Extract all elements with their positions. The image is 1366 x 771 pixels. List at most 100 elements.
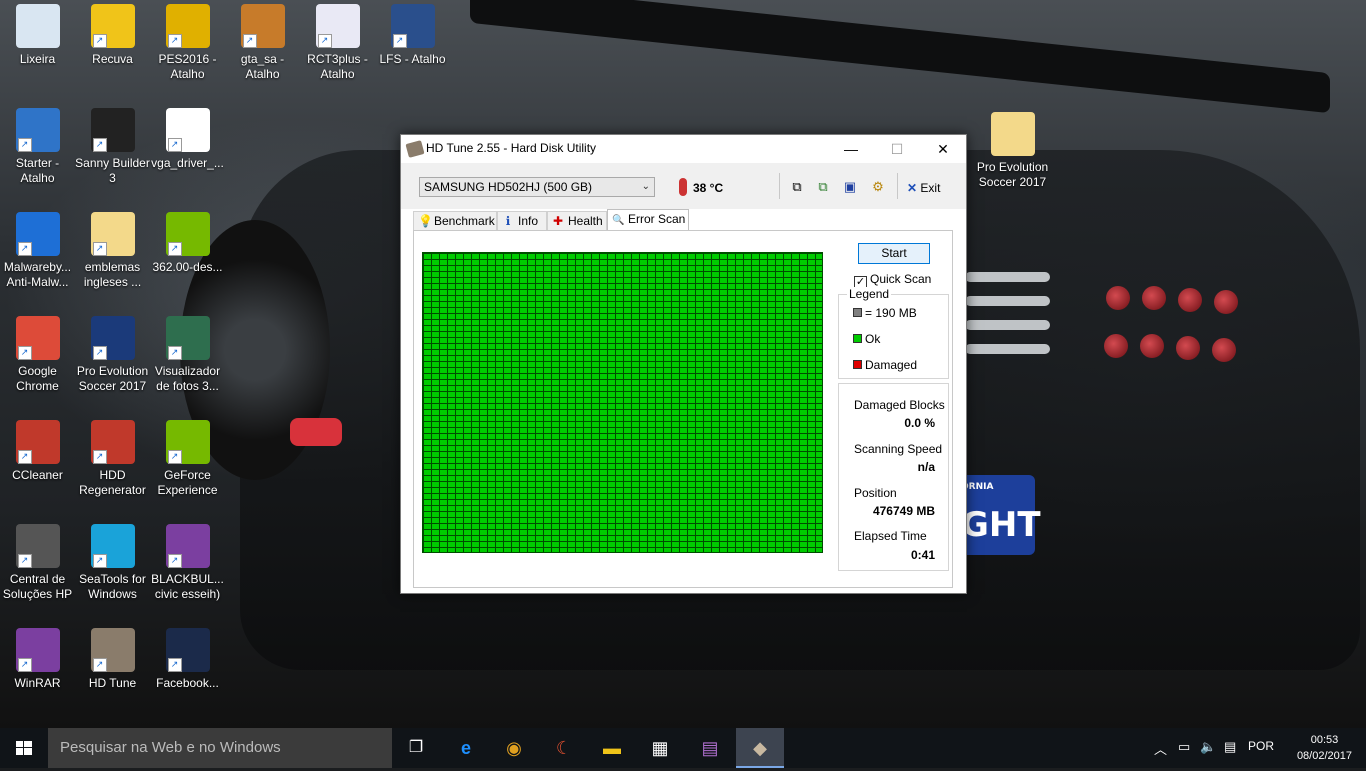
minimize-button[interactable]: — — [828, 135, 874, 163]
toolbar-separator — [897, 173, 898, 199]
desktop-icon[interactable]: ↗ HD Tune — [75, 628, 150, 691]
shortcut-arrow-icon: ↗ — [167, 242, 182, 256]
title-bar[interactable]: HD Tune 2.55 - Hard Disk Utility — ☐ ✕ — [401, 135, 966, 163]
desktop-icon-image — [990, 112, 1035, 156]
search-input[interactable]: Pesquisar na Web e no Windows — [48, 728, 392, 768]
shortcut-arrow-icon: ↗ — [242, 34, 257, 48]
shortcut-arrow-icon: ↗ — [92, 242, 107, 256]
desktop-icon[interactable]: ↗ emblemas ingleses ... — [75, 212, 150, 290]
shortcut-arrow-icon: ↗ — [17, 450, 32, 464]
desktop-icon[interactable]: ↗ GeForce Experience — [150, 420, 225, 498]
shortcut-arrow-icon: ↗ — [17, 346, 32, 360]
exit-button[interactable]: ✕ Exit — [907, 181, 940, 195]
desktop-icon[interactable]: ↗ CCleaner — [0, 420, 75, 483]
desktop-icon[interactable]: ↗ vga_driver_... — [150, 108, 225, 171]
desktop-icon[interactable]: ↗ Google Chrome — [0, 316, 75, 394]
store-icon[interactable]: ▦ — [636, 728, 684, 768]
tab-label: Health — [568, 214, 603, 228]
edge-icon[interactable]: e — [442, 728, 490, 768]
file-explorer-icon[interactable]: ▬ — [588, 728, 636, 768]
options-icon[interactable]: ⚙ — [869, 178, 887, 196]
desktop-icon[interactable]: ↗ Central de Soluções HP — [0, 524, 75, 602]
shortcut-arrow-icon: ↗ — [392, 34, 407, 48]
car-slat — [965, 344, 1050, 354]
temperature-readout: 38 °C — [693, 181, 724, 195]
magnifier-icon: 🔍 — [612, 215, 625, 226]
desktop-icon-label: BLACKBUL... civic esseih) — [151, 572, 224, 601]
shortcut-arrow-icon: ↗ — [317, 34, 332, 48]
tab-health[interactable]: ✚ Health — [547, 211, 607, 231]
tail-light — [1140, 334, 1164, 358]
desktop-icon[interactable]: ↗ SeaTools for Windows — [75, 524, 150, 602]
start-menu-button[interactable] — [0, 728, 48, 768]
ccleaner-icon[interactable]: ☾ — [540, 728, 588, 768]
chevron-up-icon[interactable]: ︿ — [1154, 739, 1167, 758]
desktop-icon-label: 362.00-des... — [152, 260, 223, 274]
desktop-icon[interactable]: ↗ WinRAR — [0, 628, 75, 691]
desktop-icon-image: ↗ — [15, 316, 60, 360]
desktop-icon[interactable]: ↗ Pro Evolution Soccer 2017 — [75, 316, 150, 394]
health-cross-icon: ✚ — [552, 214, 564, 228]
notification-icon[interactable]: ▤ — [1224, 739, 1236, 755]
maximize-button[interactable]: ☐ — [874, 135, 920, 163]
desktop-icon-image: ↗ — [240, 4, 285, 48]
copy-all-icon[interactable]: ⧉ — [814, 178, 832, 196]
desktop-icon[interactable]: ↗ Recuva — [75, 4, 150, 67]
desktop-icon-image: ↗ — [90, 212, 135, 256]
chrome-icon[interactable]: ◉ — [490, 728, 538, 768]
tab-info[interactable]: ℹ Info — [497, 211, 547, 231]
hdtune-taskbar-icon[interactable]: ◆ — [736, 728, 784, 768]
language-indicator[interactable]: POR — [1248, 739, 1274, 753]
desktop-icon[interactable]: ↗ 362.00-des... — [150, 212, 225, 275]
desktop-icon-label: Facebook... — [156, 676, 219, 690]
network-icon[interactable]: ▭ — [1178, 739, 1190, 755]
shortcut-arrow-icon: ↗ — [167, 658, 182, 672]
desktop-icon[interactable]: ↗ gta_sa - Atalho — [225, 4, 300, 82]
shortcut-arrow-icon: ↗ — [92, 658, 107, 672]
toolbar: SAMSUNG HD502HJ (500 GB) ⌄ 38 °C ⧉ ⧉ ▣ ⚙… — [401, 163, 966, 209]
desktop-icon[interactable]: ↗ Starter - Atalho — [0, 108, 75, 186]
window-title: HD Tune 2.55 - Hard Disk Utility — [426, 141, 597, 155]
desktop-icon[interactable]: ↗ Visualizador de fotos 3... — [150, 316, 225, 394]
shortcut-arrow-icon: ↗ — [17, 138, 32, 152]
desktop-icon-image: ↗ — [15, 524, 60, 568]
elapsed-time-value: 0:41 — [910, 548, 935, 562]
tab-label: Benchmark — [434, 214, 495, 228]
desktop-icon-image: ↗ — [165, 4, 210, 48]
desktop-icon[interactable]: ↗ HDD Regenerator — [75, 420, 150, 498]
drive-select-value: SAMSUNG HD502HJ (500 GB) — [424, 180, 593, 194]
desktop-icon-image: ↗ — [90, 524, 135, 568]
desktop-icon[interactable]: ↗ Malwareby... Anti-Malw... — [0, 212, 75, 290]
thermometer-icon — [679, 178, 687, 196]
legend-title: Legend — [847, 287, 892, 301]
tab-error-scan[interactable]: 🔍 Error Scan — [607, 209, 689, 231]
desktop-icon-image — [15, 4, 60, 48]
desktop-icon[interactable]: ↗ Facebook... — [150, 628, 225, 691]
chevron-down-icon: ⌄ — [641, 181, 650, 192]
desktop-icon[interactable]: ↗ RCT3plus - Atalho — [300, 4, 375, 82]
task-view-icon[interactable]: ❐ — [392, 728, 440, 768]
desktop-icon-label: CCleaner — [12, 468, 63, 482]
desktop-icon-label: vga_driver_... — [151, 156, 224, 170]
copy-icon[interactable]: ⧉ — [788, 178, 806, 196]
car-reflector — [290, 418, 342, 446]
desktop-icon-label: emblemas ingleses ... — [83, 260, 142, 289]
save-icon[interactable]: ▣ — [841, 178, 859, 196]
shortcut-arrow-icon: ↗ — [17, 242, 32, 256]
scan-block-grid — [422, 252, 823, 553]
hdtune-window: HD Tune 2.55 - Hard Disk Utility — ☐ ✕ S… — [400, 134, 967, 594]
desktop-icon[interactable]: ↗ LFS - Atalho — [375, 4, 450, 67]
desktop-icon[interactable]: ↗ Sanny Builder 3 — [75, 108, 150, 186]
winrar-icon[interactable]: ▤ — [686, 728, 734, 768]
desktop-icon[interactable]: ↗ PES2016 - Atalho — [150, 4, 225, 82]
clock[interactable]: 00:53 08/02/2017 — [1297, 732, 1352, 764]
desktop-icon[interactable]: Pro Evolution Soccer 2017 — [975, 112, 1050, 190]
close-button[interactable]: ✕ — [920, 135, 966, 163]
start-button[interactable]: Start — [858, 243, 930, 264]
drive-select[interactable]: SAMSUNG HD502HJ (500 GB) ⌄ — [419, 177, 655, 197]
volume-icon[interactable]: 🔈 — [1200, 739, 1216, 755]
desktop-icon-image: ↗ — [15, 420, 60, 464]
desktop-icon[interactable]: Lixeira — [0, 4, 75, 67]
desktop-icon[interactable]: ↗ BLACKBUL... civic esseih) — [150, 524, 225, 602]
tab-benchmark[interactable]: 💡Benchmark — [413, 211, 497, 231]
